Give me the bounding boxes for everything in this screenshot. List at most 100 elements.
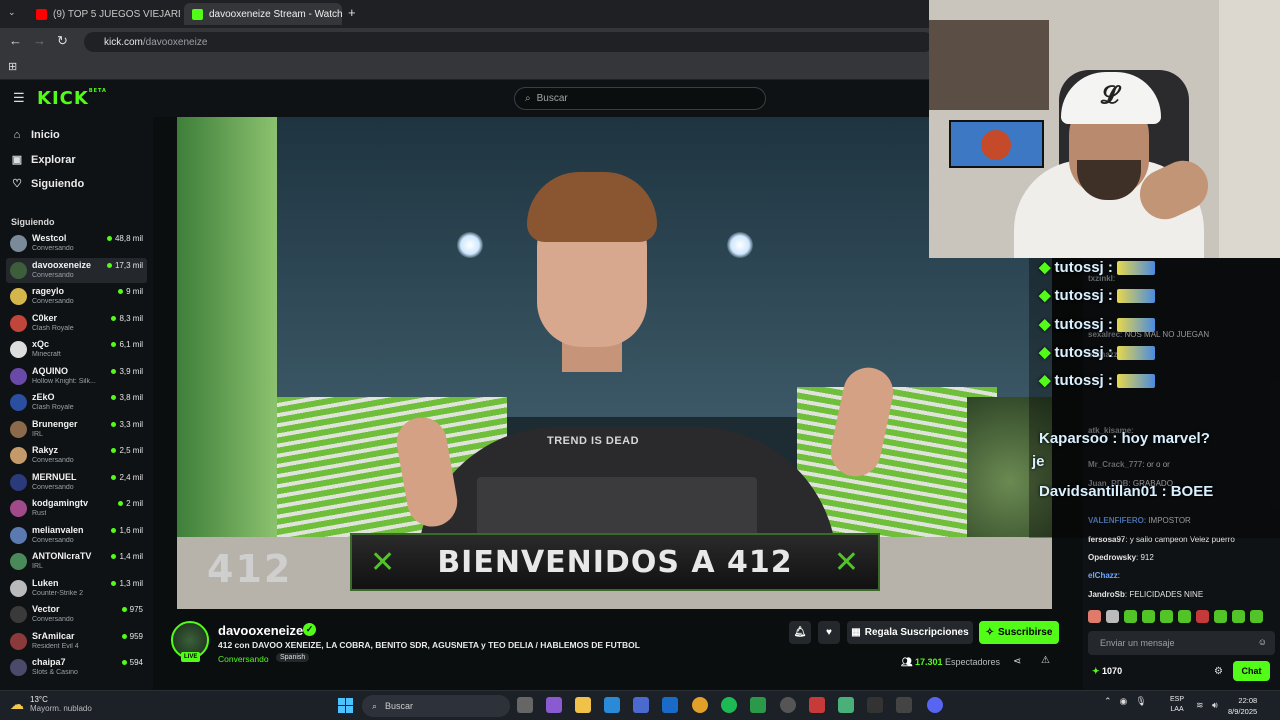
- nav-explorar[interactable]: ▣ Explorar: [11, 153, 76, 167]
- channel-name: zEkO: [32, 392, 55, 402]
- chat-input[interactable]: Enviar un mensaje ☺: [1088, 631, 1275, 655]
- cap-logo: 𝓛: [1101, 80, 1119, 109]
- report-icon[interactable]: ⚠: [1041, 655, 1050, 666]
- channel-item[interactable]: ANTONIcraTV IRL 1,4 mil: [6, 549, 147, 574]
- channel-item[interactable]: C0ker Clash Royale 8,3 mil: [6, 311, 147, 336]
- tray-app-icon[interactable]: ◉: [1120, 696, 1128, 707]
- file-explorer-icon[interactable]: [575, 697, 591, 713]
- edge-icon[interactable]: [604, 697, 620, 713]
- gear-icon[interactable]: ⚙: [1214, 666, 1223, 677]
- tab-youtube[interactable]: (9) TOP 5 JUEGOS VIEJARDOS o ✕: [28, 3, 180, 25]
- taskbar-search[interactable]: ⌕ Buscar: [362, 695, 510, 717]
- mic-icon[interactable]: 🎙︎: [1135, 696, 1146, 707]
- app-icon[interactable]: [867, 697, 883, 713]
- channel-item[interactable]: zEkO Clash Royale 3,8 mil: [6, 390, 147, 415]
- nav-siguiendo[interactable]: ♡ Siguiendo: [11, 177, 84, 191]
- stats-icon[interactable]: [750, 697, 766, 713]
- start-button[interactable]: [338, 698, 353, 713]
- drive-icon[interactable]: [838, 697, 854, 713]
- monitor: [949, 120, 1044, 168]
- search-input[interactable]: ⌕ Buscar: [514, 87, 766, 110]
- volume-icon[interactable]: 🔊︎: [1212, 700, 1218, 711]
- outlook-icon[interactable]: [662, 697, 678, 713]
- gift-subs-button[interactable]: ▦ Regala Suscripciones: [847, 621, 973, 644]
- chrome-icon[interactable]: [692, 697, 708, 713]
- channel-name: Brunenger: [32, 418, 78, 429]
- task-view-icon[interactable]: [517, 697, 533, 713]
- subscribe-button[interactable]: ✧ Suscribirse: [979, 621, 1059, 644]
- weather-widget[interactable]: ☁ 13°C Mayorm. nublado: [10, 695, 92, 713]
- chat-send-button[interactable]: Chat: [1233, 661, 1270, 681]
- emote-icon[interactable]: [1250, 610, 1263, 623]
- channel-points[interactable]: ✦ 1070: [1092, 666, 1122, 677]
- spotify-icon[interactable]: [721, 697, 737, 713]
- chevron-up-icon[interactable]: ⌃: [1104, 696, 1112, 707]
- tab-kick[interactable]: davooxeneize Stream - Watch L ✕: [184, 3, 342, 25]
- tab-label: (9) TOP 5 JUEGOS VIEJARDOS o: [53, 8, 180, 20]
- nav-inicio[interactable]: ⌂ Inicio: [11, 129, 60, 141]
- follow-button[interactable]: ♥: [818, 621, 840, 644]
- menu-icon[interactable]: ☰: [13, 90, 25, 106]
- channel-item[interactable]: kodgamingtv Rust 2 mil: [6, 496, 147, 521]
- channel-item[interactable]: xQc Minecraft 6,1 mil: [6, 337, 147, 362]
- channel-item[interactable]: Vector Conversando 975: [6, 602, 147, 627]
- channel-item[interactable]: melianvalen Conversando 1,6 mil: [6, 523, 147, 548]
- channel-item[interactable]: SrAmilcar Resident Evil 4 959: [6, 629, 147, 654]
- emote-icon[interactable]: [1178, 610, 1191, 623]
- app-icon[interactable]: [780, 697, 796, 713]
- chat-username[interactable]: elChazz: [1088, 571, 1118, 580]
- channel-item[interactable]: Westcol Conversando 48,8 mil: [6, 231, 147, 256]
- chat-text: 912: [1140, 553, 1154, 562]
- url-field[interactable]: kick.com/davooxeneize: [84, 32, 934, 52]
- language-tag[interactable]: Spanish: [276, 653, 310, 662]
- notification-button[interactable]: 🔔︎: [789, 621, 811, 644]
- back-icon[interactable]: ←: [9, 33, 22, 48]
- overlay-chat-line: Kaparsoo : hoy marvel?: [1039, 430, 1210, 447]
- channel-item[interactable]: Luken Counter-Strike 2 1,3 mil: [6, 576, 147, 601]
- chat-username[interactable]: Opedrowsky: [1088, 553, 1136, 562]
- channel-item[interactable]: AQUINO Hollow Knight: Silk... 3,9 mil: [6, 364, 147, 389]
- emote-icon[interactable]: [1214, 610, 1227, 623]
- viewer-count: 2 mil: [118, 499, 143, 508]
- channel-name[interactable]: davooxeneize: [218, 623, 303, 638]
- emote-icon[interactable]: [1124, 610, 1137, 623]
- door: [1219, 0, 1280, 258]
- emoji-icon[interactable]: ☺: [1258, 637, 1267, 647]
- obs-icon[interactable]: [809, 697, 825, 713]
- language-indicator[interactable]: ESP LAA: [1170, 695, 1184, 715]
- emote-icon: [1117, 346, 1156, 361]
- copilot-icon[interactable]: [546, 697, 562, 713]
- apps-grid-icon[interactable]: ⊞: [8, 60, 17, 73]
- discord-icon[interactable]: [927, 697, 943, 713]
- share-icon[interactable]: ⋖: [1013, 656, 1021, 667]
- store-icon[interactable]: [633, 697, 649, 713]
- kick-logo[interactable]: KICKBETA: [37, 88, 107, 109]
- live-dot: [106, 236, 112, 242]
- channel-item[interactable]: davooxeneize Conversando 17,3 mil: [6, 257, 147, 283]
- reload-icon[interactable]: ↻: [57, 33, 68, 49]
- channel-name: Westcol: [32, 233, 67, 243]
- emote-icon[interactable]: [1160, 610, 1173, 623]
- wifi-icon[interactable]: ≋: [1196, 700, 1204, 711]
- clock[interactable]: 22:08 8/9/2025: [1228, 695, 1257, 717]
- chat-username[interactable]: JandroSb: [1088, 590, 1125, 599]
- live-dot: [118, 501, 124, 507]
- app-icon[interactable]: [896, 697, 912, 713]
- channel-item[interactable]: rageylo Conversando 9 mil: [6, 284, 147, 309]
- channel-item[interactable]: MERNUEL Conversando 2,4 mil: [6, 470, 147, 495]
- emote-icon[interactable]: [1196, 610, 1209, 623]
- new-tab-button[interactable]: +: [348, 5, 356, 20]
- channel-item[interactable]: chaipa7 Slots & Casino 594: [6, 655, 147, 680]
- tab-search-icon[interactable]: ⌄: [8, 7, 16, 18]
- channel-item[interactable]: Brunenger IRL 3,3 mil: [6, 417, 147, 442]
- live-dot: [118, 289, 124, 295]
- emote-icon: [1117, 318, 1156, 333]
- emote-icon[interactable]: [1142, 610, 1155, 623]
- emote-icon[interactable]: [1232, 610, 1245, 623]
- video-player[interactable]: TREND IS DEAD 412 ✕ BIENVENIDOS A 412 ✕: [177, 117, 1052, 609]
- stream-category[interactable]: Conversando: [218, 654, 269, 664]
- forward-icon[interactable]: →: [33, 33, 46, 48]
- emote-icon[interactable]: [1088, 610, 1101, 623]
- channel-item[interactable]: Rakyz Conversando 2,5 mil: [6, 443, 147, 468]
- emote-icon[interactable]: [1106, 610, 1119, 623]
